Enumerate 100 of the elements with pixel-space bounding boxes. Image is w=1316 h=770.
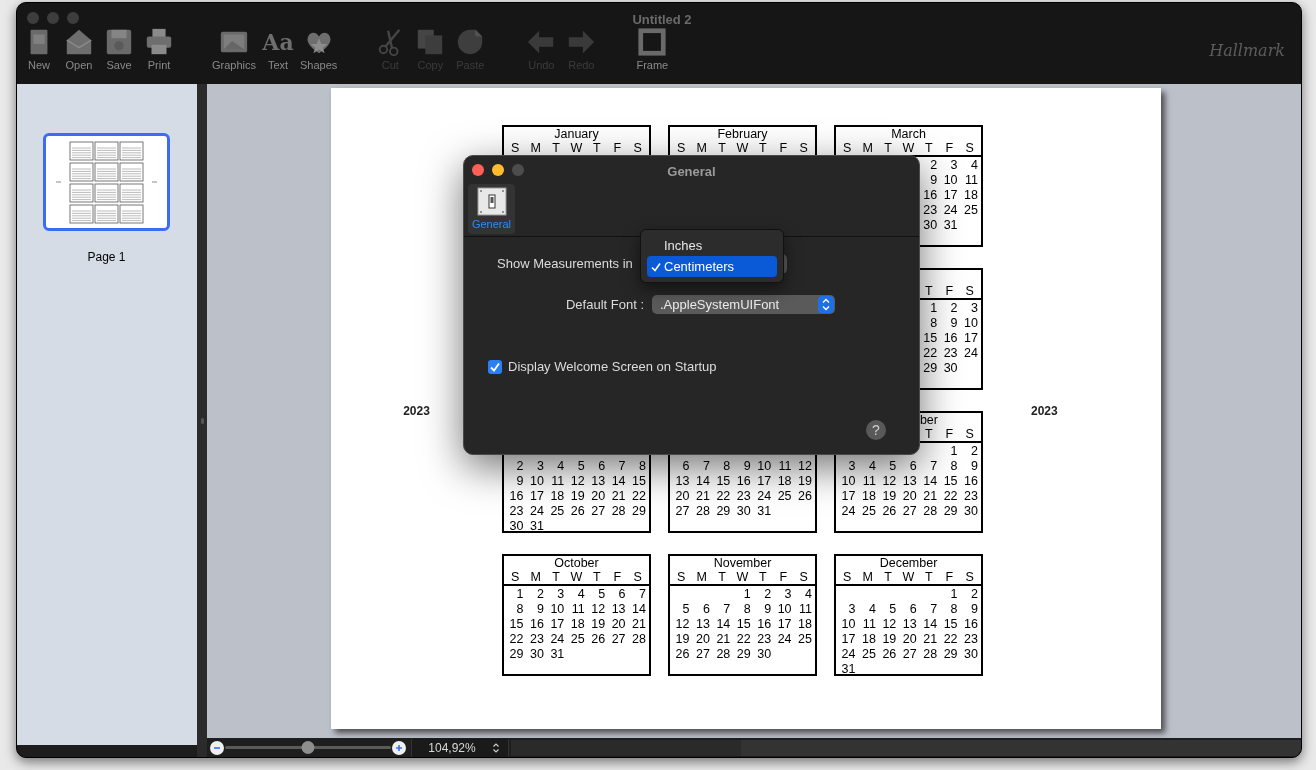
weekday-label: T — [925, 570, 933, 584]
dialog-minimize-button[interactable] — [492, 164, 504, 176]
weekday-label: M — [862, 141, 873, 155]
day-number: 31 — [943, 217, 958, 232]
horizontal-scrollbar[interactable] — [741, 739, 1301, 756]
day-number: 1 — [743, 586, 751, 601]
toolbar-button[interactable]: Print — [139, 25, 179, 72]
menu-item[interactable]: Centimeters — [647, 256, 777, 277]
zoom-out-button[interactable] — [210, 740, 224, 755]
zoom-field[interactable]: 104,92% — [411, 738, 509, 757]
day-number: 14 — [923, 616, 938, 631]
month-title: December — [879, 556, 938, 570]
page-thumbnail[interactable] — [43, 133, 170, 231]
day-number: 25 — [777, 488, 792, 503]
day-number: 16 — [943, 330, 958, 345]
day-number: 31 — [841, 661, 856, 674]
day-number: 11 — [551, 473, 565, 488]
preferences-tab[interactable]: General — [468, 184, 515, 234]
toolbar-button[interactable]: Save — [99, 25, 139, 72]
day-number: 24 — [841, 646, 856, 661]
day-number: 24 — [550, 631, 565, 646]
dialog-title: General — [666, 163, 717, 181]
day-number: 10 — [943, 172, 958, 187]
day-number: 18 — [777, 473, 792, 488]
day-number: 7 — [930, 458, 938, 473]
day-number: 17 — [529, 488, 544, 503]
day-number: 22 — [923, 345, 938, 360]
envelope-icon — [64, 27, 94, 57]
day-number: 9 — [971, 601, 978, 616]
weekday-label: M — [530, 141, 541, 155]
checkbox[interactable] — [488, 359, 502, 374]
weekday-label: M — [862, 570, 873, 584]
day-number: 1 — [516, 586, 524, 601]
day-number: 3 — [557, 586, 565, 601]
day-number: 8 — [516, 601, 524, 616]
day-number: 4 — [577, 586, 585, 601]
day-number: 10 — [841, 616, 856, 631]
day-number: 28 — [695, 503, 710, 518]
weekday-label: F — [613, 570, 622, 584]
day-number: 29 — [716, 503, 731, 518]
font-popup[interactable]: .AppleSystemUIFont — [652, 295, 835, 314]
text-glyph-icon: Aa — [262, 25, 294, 59]
day-number: 20 — [675, 488, 690, 503]
day-number: 11 — [571, 601, 585, 616]
help-button[interactable]: ? — [866, 419, 886, 440]
page-label: Page 1 — [87, 249, 126, 266]
month-title: November — [713, 556, 772, 570]
day-number: 5 — [577, 458, 585, 473]
day-number: 18 — [861, 488, 876, 503]
weekday-label: T — [718, 141, 726, 155]
weekday-label: M — [696, 570, 707, 584]
day-number: 6 — [618, 586, 626, 601]
splitter-handle[interactable] — [200, 417, 204, 424]
day-number: 2 — [971, 586, 978, 601]
day-number: 11 — [862, 473, 876, 488]
toolbar-button[interactable]: Graphics — [210, 25, 259, 72]
day-number: 13 — [591, 473, 606, 488]
day-number: 30 — [529, 646, 544, 661]
day-number: 4 — [868, 458, 876, 473]
menu-item[interactable]: Inches — [647, 235, 777, 256]
day-number: 21 — [632, 616, 646, 631]
day-number: 16 — [923, 187, 938, 202]
weekday-label: T — [718, 570, 726, 584]
day-number: 31 — [550, 646, 565, 661]
zoom-slider[interactable] — [225, 741, 391, 754]
day-number: 17 — [757, 473, 772, 488]
day-number: 23 — [943, 345, 958, 360]
day-number: 15 — [943, 473, 958, 488]
day-number: 19 — [675, 631, 690, 646]
day-number: 10 — [757, 458, 772, 473]
month-title: October — [554, 556, 599, 570]
day-number: 13 — [675, 473, 690, 488]
weekday-label: W — [902, 570, 915, 584]
field-label: Show Measurements in — [497, 255, 634, 274]
day-number: 27 — [591, 503, 606, 518]
toolbar-button[interactable]: Aa Text — [258, 25, 299, 72]
day-number: 29 — [509, 646, 524, 661]
day-number: 14 — [611, 473, 626, 488]
day-number: 9 — [743, 458, 751, 473]
day-number: 12 — [591, 601, 606, 616]
checkmark-icon — [650, 261, 661, 272]
day-number: 24 — [943, 202, 958, 217]
day-number: 23 — [736, 488, 751, 503]
day-number: 7 — [618, 458, 626, 473]
toolbar-button[interactable]: Shapes — [298, 25, 340, 72]
weekday-label: S — [799, 570, 808, 584]
weekday-label: M — [530, 570, 541, 584]
day-number: 21 — [923, 488, 938, 503]
toolbar-button[interactable]: New — [19, 25, 59, 72]
zoom-in-button[interactable] — [392, 740, 406, 755]
day-number: 24 — [529, 503, 544, 518]
zoom-slider-thumb[interactable] — [301, 741, 315, 754]
day-number: 13 — [902, 616, 917, 631]
day-number: 5 — [598, 586, 606, 601]
day-number: 11 — [965, 172, 978, 187]
day-number: 12 — [882, 473, 897, 488]
toolbar-button[interactable]: Open — [59, 25, 99, 72]
day-number: 24 — [841, 503, 856, 518]
weekday-label: T — [884, 141, 892, 155]
dialog-close-button[interactable] — [472, 164, 484, 176]
